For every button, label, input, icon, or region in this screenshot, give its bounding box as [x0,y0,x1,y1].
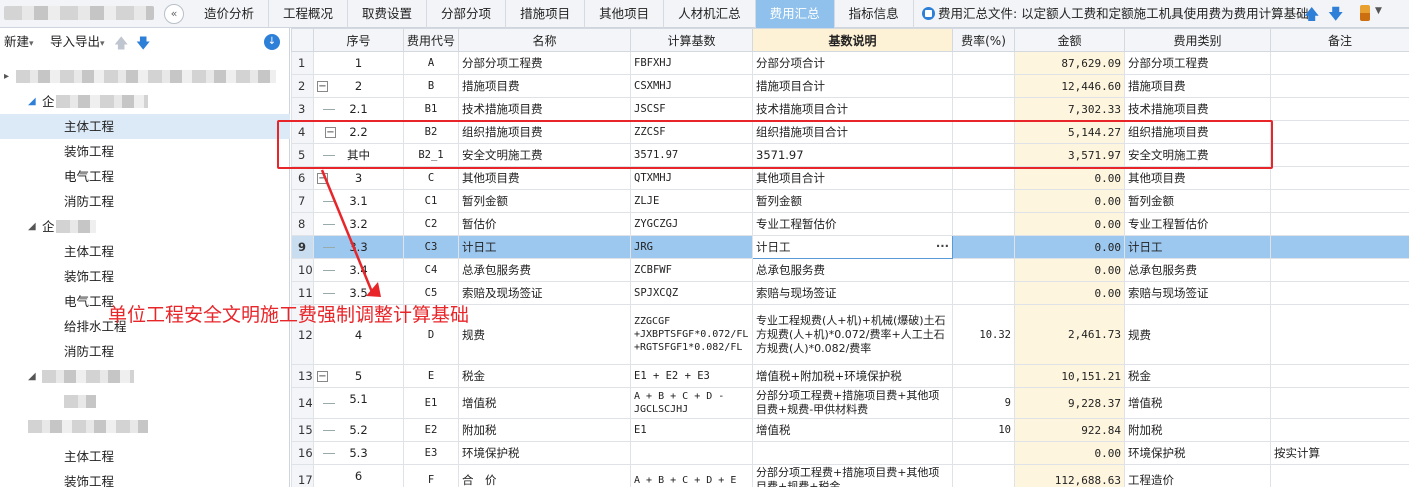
annotation-arrow [320,169,381,297]
annotation-text: 单位工程安全文明施工费强制调整计算基础 [108,304,470,326]
